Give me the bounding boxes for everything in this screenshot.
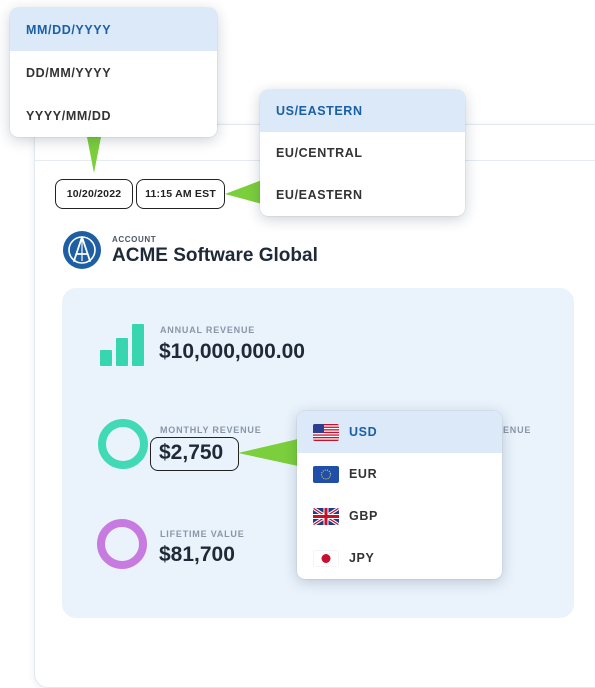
account-logo-icon: [63, 231, 101, 269]
date-selector[interactable]: 10/20/2022: [55, 179, 133, 209]
timezone-option-us-eastern[interactable]: US/EASTERN: [260, 90, 465, 132]
japan-flag-icon: [313, 549, 339, 567]
time-selector[interactable]: 11:15 AM EST: [136, 179, 225, 209]
currency-code-usd: USD: [349, 425, 378, 439]
us-flag-icon: [313, 423, 339, 441]
clipped-revenue-label: ENUE: [503, 425, 532, 435]
date-format-option-yyyymmdd[interactable]: YYYY/MM/DD: [10, 94, 217, 137]
monthly-ring-icon: [98, 419, 148, 469]
date-format-option-mmddyyyy[interactable]: MM/DD/YYYY: [10, 8, 217, 51]
date-format-option-ddmmyyyy[interactable]: DD/MM/YYYY: [10, 51, 217, 94]
currency-code-jpy: JPY: [349, 551, 375, 565]
timezone-dropdown: US/EASTERN EU/CENTRAL EU/EASTERN: [260, 90, 465, 216]
date-format-dropdown: MM/DD/YYYY DD/MM/YYYY YYYY/MM/DD: [10, 8, 217, 137]
currency-code-gbp: GBP: [349, 509, 378, 523]
annual-revenue-value: $10,000,000.00: [159, 340, 305, 363]
timezone-option-eu-central[interactable]: EU/CENTRAL: [260, 132, 465, 174]
lifetime-value-value: $81,700: [159, 543, 235, 566]
eu-flag-icon: [313, 465, 339, 483]
account-label: ACCOUNT: [112, 235, 157, 244]
monthly-revenue-value: $2,750: [159, 441, 224, 464]
currency-dropdown: USD EUR GBP JPY: [297, 411, 502, 579]
lifetime-ring-icon: [97, 519, 147, 569]
currency-option-gbp[interactable]: GBP: [297, 495, 502, 537]
account-name: ACME Software Global: [112, 245, 318, 266]
monthly-revenue-label: MONTHLY REVENUE: [160, 425, 262, 435]
currency-code-eur: EUR: [349, 467, 378, 481]
lifetime-value-label: LIFETIME VALUE: [160, 529, 245, 539]
currency-option-jpy[interactable]: JPY: [297, 537, 502, 579]
currency-option-usd[interactable]: USD: [297, 411, 502, 453]
bar-chart-icon: [100, 322, 144, 366]
timezone-option-eu-eastern[interactable]: EU/EASTERN: [260, 174, 465, 216]
uk-flag-icon: [313, 507, 339, 525]
annual-revenue-label: ANNUAL REVENUE: [160, 325, 256, 335]
currency-option-eur[interactable]: EUR: [297, 453, 502, 495]
